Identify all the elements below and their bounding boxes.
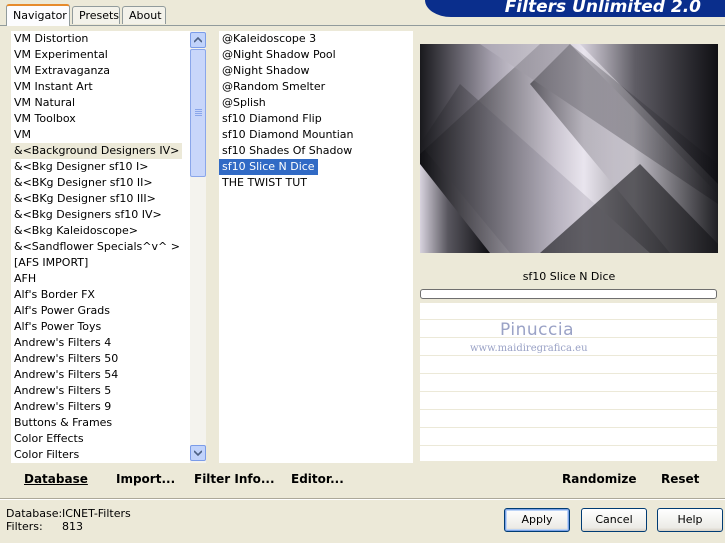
help-button[interactable]: Help	[657, 508, 723, 532]
category-item[interactable]: Buttons & Frames	[11, 415, 190, 431]
category-item[interactable]: VM Extravaganza	[11, 63, 190, 79]
filter-item[interactable]: @Random Smelter	[219, 79, 413, 95]
filter-item[interactable]: sf10 Slice N Dice	[219, 159, 318, 175]
category-item[interactable]: Andrew's Filters 5	[11, 383, 190, 399]
category-item[interactable]: Andrew's Filters 9	[11, 399, 190, 415]
category-item[interactable]: VM Toolbox	[11, 111, 190, 127]
database-button[interactable]: Database	[24, 472, 88, 486]
watermark-name: Pinuccia	[500, 320, 574, 340]
filter-item[interactable]: THE TWIST TUT	[219, 175, 413, 191]
reset-button[interactable]: Reset	[661, 472, 699, 486]
editor-button[interactable]: Editor...	[291, 472, 344, 486]
filter-item[interactable]: @Night Shadow Pool	[219, 47, 413, 63]
randomize-button[interactable]: Randomize	[562, 472, 636, 486]
import-button[interactable]: Import...	[116, 472, 175, 486]
category-item[interactable]: Alf's Power Grads	[11, 303, 190, 319]
divider-highlight	[0, 499, 725, 500]
filter-item[interactable]: sf10 Shades Of Shadow	[219, 143, 413, 159]
filter-list-panel[interactable]: @Kaleidoscope 3 @Night Shadow Pool @Night …	[219, 31, 413, 463]
category-item[interactable]: VM	[11, 127, 190, 143]
category-item[interactable]: &<BKg Designer sf10 II>	[11, 175, 190, 191]
category-item[interactable]: &<Bkg Designers sf10 IV>	[11, 207, 190, 223]
tab-about[interactable]: About	[122, 6, 166, 24]
tab-strip-line	[0, 25, 725, 26]
category-scrollbar[interactable]	[190, 31, 206, 463]
scroll-down-button[interactable]	[190, 445, 206, 461]
app-title-banner: Filters Unlimited 2.0	[425, 0, 725, 17]
chevron-up-icon	[194, 37, 202, 43]
category-item[interactable]: &<Sandflower Specials^v^ >	[11, 239, 190, 255]
filter-list[interactable]: @Kaleidoscope 3 @Night Shadow Pool @Night …	[219, 31, 413, 191]
category-list[interactable]: VM Distortion VM Experimental VM Extravaga…	[11, 31, 190, 463]
filter-item[interactable]: sf10 Diamond Flip	[219, 111, 413, 127]
category-item[interactable]: VM Instant Art	[11, 79, 190, 95]
category-list-panel[interactable]: VM Distortion VM Experimental VM Extravaga…	[11, 31, 190, 463]
watermark-url: www.maidiregrafica.eu	[470, 343, 588, 354]
filter-item[interactable]: @Kaleidoscope 3	[219, 31, 413, 47]
filters-count-label: Filters:	[6, 520, 43, 533]
filter-item[interactable]: @Night Shadow	[219, 63, 413, 79]
database-label: Database:	[6, 507, 63, 520]
category-item[interactable]: Andrew's Filters 50	[11, 351, 190, 367]
filter-preview-image	[420, 44, 718, 253]
apply-button[interactable]: Apply	[504, 508, 570, 532]
category-item[interactable]: &<Bkg Kaleidoscope>	[11, 223, 190, 239]
category-item[interactable]: [AFS IMPORT]	[11, 255, 190, 271]
filters-count-value: 813	[62, 520, 83, 533]
category-item[interactable]: &<BKg Designer sf10 III>	[11, 191, 190, 207]
chevron-down-icon	[194, 450, 202, 456]
tab-presets[interactable]: Presets	[72, 6, 120, 24]
category-item[interactable]: VM Natural	[11, 95, 190, 111]
filter-info-button[interactable]: Filter Info...	[194, 472, 275, 486]
selected-filter-name: sf10 Slice N Dice	[420, 268, 718, 286]
filter-item[interactable]: @Splish	[219, 95, 413, 111]
category-item[interactable]: Alf's Border FX	[11, 287, 190, 303]
tab-navigator[interactable]: Navigator	[6, 4, 70, 26]
category-item[interactable]: Andrew's Filters 4	[11, 335, 190, 351]
category-item[interactable]: VM Experimental	[11, 47, 190, 63]
progress-bar	[420, 289, 717, 299]
database-value: ICNET-Filters	[62, 507, 131, 520]
category-item[interactable]: Andrew's Filters 54	[11, 367, 190, 383]
category-item[interactable]: &<Bkg Designer sf10 I>	[11, 159, 190, 175]
category-item[interactable]: VM Distortion	[11, 31, 190, 47]
category-item[interactable]: Color Filters	[11, 447, 190, 463]
cancel-button[interactable]: Cancel	[581, 508, 647, 532]
category-item[interactable]: AFH	[11, 271, 190, 287]
category-item[interactable]: Alf's Power Toys	[11, 319, 190, 335]
filter-item[interactable]: sf10 Diamond Mountian	[219, 127, 413, 143]
category-item[interactable]: Color Effects	[11, 431, 190, 447]
scroll-up-button[interactable]	[190, 32, 206, 48]
category-item[interactable]: &<Background Designers IV>	[11, 143, 183, 159]
scroll-thumb[interactable]	[190, 49, 206, 177]
